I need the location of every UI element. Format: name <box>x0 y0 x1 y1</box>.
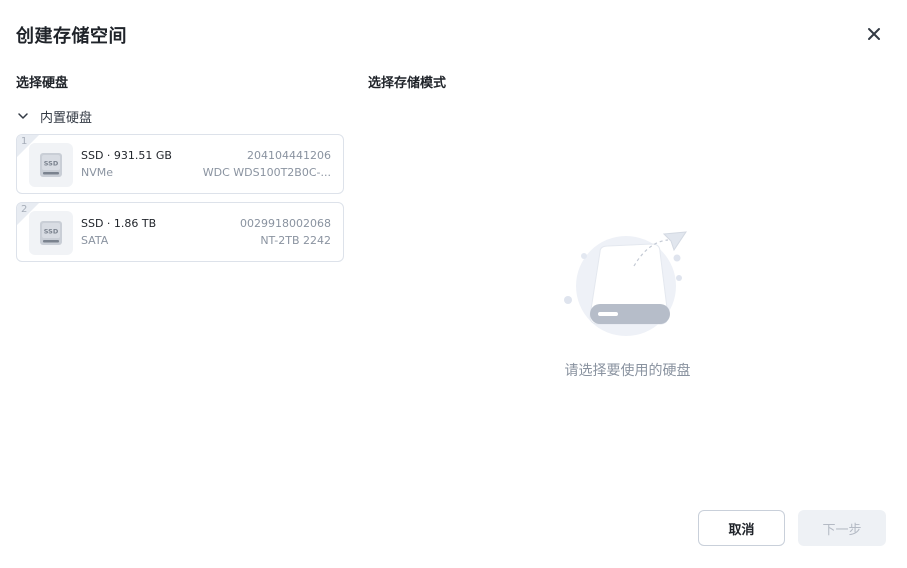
svg-text:SSD: SSD <box>44 228 59 236</box>
select-mode-label: 选择存储模式 <box>368 76 447 91</box>
create-storage-dialog: 创建存储空间 选择硬盘 选择存储模式 内置硬盘 1 SSD SSD · 931.… <box>0 0 907 568</box>
internal-disk-group-label: 内置硬盘 <box>40 110 93 126</box>
disk-card-1[interactable]: 1 SSD SSD · 931.51 GB NVMe 204104441206 … <box>16 134 344 194</box>
ssd-icon: SSD <box>40 221 62 245</box>
cancel-button[interactable]: 取消 <box>698 510 785 546</box>
close-button[interactable] <box>862 22 886 46</box>
disk-name: SSD · 931.51 GB <box>81 149 172 162</box>
internal-disk-group-toggle[interactable]: 内置硬盘 <box>16 106 92 126</box>
disk-interface: NVMe <box>81 166 114 179</box>
slot-number: 1 <box>21 136 28 147</box>
ssd-icon: SSD <box>40 153 62 177</box>
disk-model: WDC WDS100T2B0C-... <box>202 166 331 179</box>
disk-card-2[interactable]: 2 SSD SSD · 1.86 TB SATA 0029918002068 N… <box>16 202 344 262</box>
select-disk-label: 选择硬盘 <box>16 76 69 91</box>
chevron-down-icon <box>18 113 28 119</box>
disk-model: NT-2TB 2242 <box>260 234 331 247</box>
disk-thumbnail: SSD <box>29 211 73 255</box>
disk-name: SSD · 1.86 TB <box>81 217 157 230</box>
empty-disk-illustration <box>564 231 687 336</box>
disk-serial: 204104441206 <box>247 149 331 162</box>
close-icon <box>868 28 880 40</box>
disk-serial: 0029918002068 <box>240 217 331 230</box>
dialog-title: 创建存储空间 <box>16 26 127 47</box>
slot-number: 2 <box>21 204 28 215</box>
disk-thumbnail: SSD <box>29 143 73 187</box>
disk-interface: SATA <box>81 234 109 247</box>
empty-state-text: 请选择要使用的硬盘 <box>564 363 691 379</box>
next-button[interactable]: 下一步 <box>798 510 886 546</box>
svg-text:SSD: SSD <box>44 160 59 168</box>
